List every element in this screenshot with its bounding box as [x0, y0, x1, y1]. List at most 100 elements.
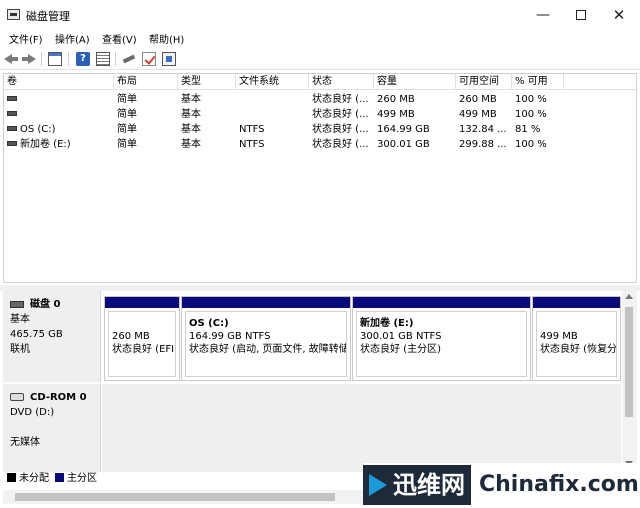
layout-cell: 简单 [117, 94, 137, 105]
back-arrow-icon[interactable] [4, 52, 18, 66]
volume-cell: OS (C:) [7, 122, 112, 137]
capacity-cell: 300.01 GB [377, 139, 430, 150]
layout-cell: 简单 [117, 124, 137, 135]
cdrom0-area[interactable] [102, 384, 621, 472]
percent-free-cell: 100 % [515, 139, 547, 150]
toolbar-divider [115, 52, 116, 66]
partition-info: OS (C:) 164.99 GB NTFS 状态良好 (启动, 页面文件, 故… [185, 311, 347, 377]
percent-free-cell: 81 % [515, 124, 541, 135]
col-volume[interactable]: 卷 [4, 74, 114, 90]
filesystem-cell: NTFS [239, 124, 265, 135]
free-space-cell: 499 MB [459, 109, 497, 120]
disk-graphical-view: 磁盘 0 基本 465.75 GB 联机 260 MB 状态良好 (EFI OS… [3, 291, 621, 472]
table-row[interactable]: 简单 基本 状态良好 (... 499 MB 499 MB 100 % [4, 107, 636, 122]
status-cell: 状态良好 (... [312, 139, 369, 150]
filesystem-cell [239, 107, 307, 122]
cdrom0-drive: DVD (D:) [10, 407, 55, 418]
disk0-label[interactable]: 磁盘 0 基本 465.75 GB 联机 [3, 291, 101, 382]
partition-status: 状态良好 (恢复分 [540, 344, 617, 355]
col-status[interactable]: 状态 [309, 74, 374, 90]
cdrom-icon [10, 393, 24, 401]
menu-action[interactable]: 操作(A) [55, 31, 90, 46]
primary-swatch [55, 472, 64, 482]
volume-icon [7, 140, 17, 146]
partition-os-c[interactable]: OS (C:) 164.99 GB NTFS 状态良好 (启动, 页面文件, 故… [181, 296, 351, 381]
forward-arrow-icon[interactable] [22, 52, 36, 66]
col-layout[interactable]: 布局 [114, 74, 178, 90]
capacity-cell: 260 MB [377, 94, 415, 105]
partition-recovery[interactable]: 499 MB 状态良好 (恢复分 [532, 296, 621, 381]
col-filesystem[interactable]: 文件系统 [236, 74, 309, 90]
primary-partition-bar [533, 297, 620, 308]
scroll-thumb[interactable] [625, 307, 633, 417]
partition-name: 新加卷 (E:) [360, 318, 414, 329]
horizontal-scrollbar[interactable] [3, 490, 363, 504]
percent-free-cell: 100 % [515, 94, 547, 105]
col-free-space[interactable]: 可用空间 [456, 74, 512, 90]
disk-management-icon [7, 9, 20, 20]
scroll-thumb[interactable] [15, 493, 335, 501]
maximize-button[interactable] [566, 4, 596, 26]
status-cell: 状态良好 (... [312, 109, 369, 120]
filesystem-cell [239, 92, 307, 107]
volume-table: 卷 布局 类型 文件系统 状态 容量 可用空间 % 可用 简单 基本 状态良好 … [3, 73, 637, 283]
volume-icon [7, 95, 17, 101]
layout-cell: 简单 [117, 139, 137, 150]
free-space-cell: 299.88 ... [459, 139, 507, 150]
col-capacity[interactable]: 容量 [374, 74, 456, 90]
help-icon[interactable]: ? [76, 52, 90, 66]
partition-status: 状态良好 (主分区) [360, 344, 441, 355]
disk0-size: 465.75 GB [10, 329, 63, 340]
capacity-cell: 164.99 GB [377, 124, 430, 135]
cdrom0-label[interactable]: CD-ROM 0 DVD (D:) 无媒体 [3, 384, 101, 472]
minimize-button[interactable]: — [528, 4, 558, 26]
table-header: 卷 布局 类型 文件系统 状态 容量 可用空间 % 可用 [4, 74, 636, 90]
list-view-icon[interactable] [96, 52, 110, 66]
connect-icon[interactable] [122, 52, 136, 66]
table-row[interactable]: 简单 基本 状态良好 (... 260 MB 260 MB 100 % [4, 92, 636, 107]
cdrom0-media: 无媒体 [10, 437, 40, 448]
type-cell: 基本 [181, 109, 201, 120]
primary-partition-bar [105, 297, 179, 308]
console-tree-icon[interactable] [48, 52, 62, 66]
primary-partition-bar [182, 297, 350, 308]
scroll-up-icon[interactable] [625, 294, 633, 299]
partition-status: 状态良好 (启动, 页面文件, 故障转储 [189, 344, 347, 355]
checklist-icon[interactable] [142, 52, 156, 66]
primary-partition-bar [353, 297, 530, 308]
partition-size: 499 MB [540, 331, 578, 342]
watermark: 迅维网 Chinafix.com [363, 463, 640, 508]
partition-size: 164.99 GB NTFS [189, 331, 271, 342]
volume-icon [7, 110, 17, 116]
type-cell: 基本 [181, 94, 201, 105]
close-button[interactable]: ✕ [604, 4, 634, 26]
table-row[interactable]: 新加卷 (E:) 简单 基本 NTFS 状态良好 (... 300.01 GB … [4, 137, 636, 152]
legend-unallocated: 未分配 [7, 472, 49, 486]
percent-free-cell: 100 % [515, 109, 547, 120]
partition-efi[interactable]: 260 MB 状态良好 (EFI [104, 296, 180, 381]
menu-help[interactable]: 帮助(H) [149, 31, 184, 46]
partition-name: OS (C:) [189, 318, 229, 329]
col-type[interactable]: 类型 [178, 74, 236, 90]
col-percent-free[interactable]: % 可用 [512, 74, 564, 90]
filesystem-cell: NTFS [239, 139, 265, 150]
cdrom0-name: CD-ROM 0 [30, 392, 87, 403]
properties-icon[interactable] [162, 52, 176, 66]
legend-primary: 主分区 [55, 472, 97, 486]
layout-cell: 简单 [117, 109, 137, 120]
status-cell: 状态良好 (... [312, 124, 369, 135]
partition-info: 260 MB 状态良好 (EFI [108, 311, 176, 377]
partition-size: 300.01 GB NTFS [360, 331, 442, 342]
partition-info: 新加卷 (E:) 300.01 GB NTFS 状态良好 (主分区) [356, 311, 527, 377]
table-row[interactable]: OS (C:) 简单 基本 NTFS 状态良好 (... 164.99 GB 1… [4, 122, 636, 137]
disk0-type: 基本 [10, 314, 30, 325]
unallocated-swatch [7, 472, 16, 482]
title-bar: 磁盘管理 — ✕ [0, 0, 640, 30]
status-cell: 状态良好 (... [312, 94, 369, 105]
partition-new-volume-e[interactable]: 新加卷 (E:) 300.01 GB NTFS 状态良好 (主分区) [352, 296, 531, 381]
type-cell: 基本 [181, 139, 201, 150]
vertical-scrollbar[interactable] [622, 291, 637, 472]
menu-file[interactable]: 文件(F) [9, 31, 43, 46]
menu-view[interactable]: 查看(V) [102, 31, 137, 46]
toolbar: ? [0, 48, 640, 70]
